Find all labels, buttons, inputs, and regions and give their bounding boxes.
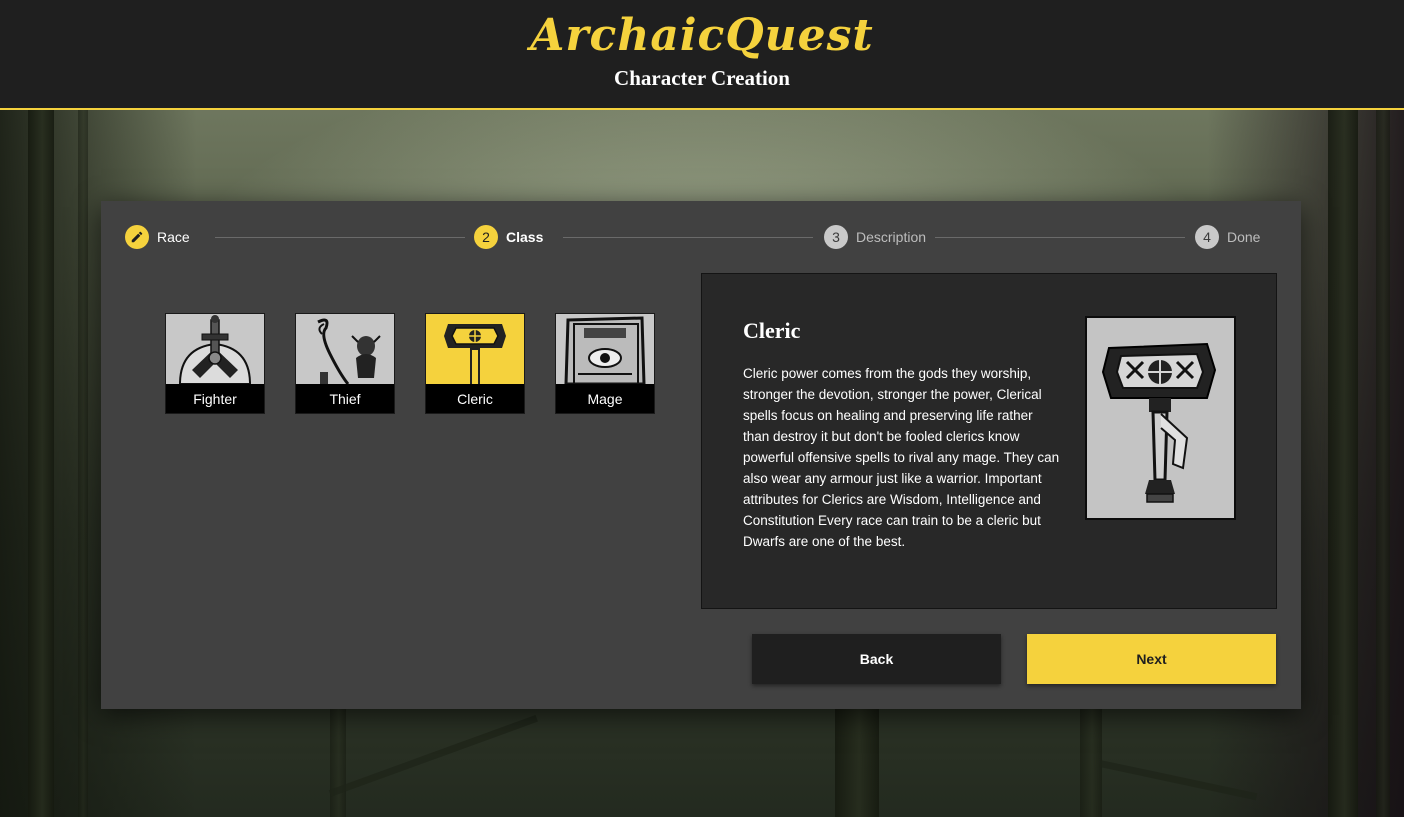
class-tile-thief[interactable]: Thief: [295, 313, 395, 414]
class-detail-panel: Cleric Cleric power comes from the gods …: [701, 273, 1277, 609]
class-tile-mage[interactable]: Mage: [555, 313, 655, 414]
step-description-label: Description: [856, 229, 927, 245]
step-done-number: 4: [1195, 225, 1219, 249]
page-subtitle: Character Creation: [614, 66, 790, 90]
pencil-icon: [131, 231, 143, 243]
step-connector: [215, 237, 465, 238]
back-button[interactable]: Back: [752, 634, 1001, 684]
step-description[interactable]: 3 Description: [824, 225, 926, 249]
step-class-label: Class: [506, 229, 544, 245]
step-class[interactable]: 2 Class: [474, 225, 543, 249]
step-race[interactable]: Race: [125, 225, 190, 249]
app-header: ArchaicQuest Character Creation: [0, 0, 1404, 110]
warhammer-icon: [1101, 342, 1217, 503]
next-button[interactable]: Next: [1027, 634, 1276, 684]
class-detail-image: [1085, 316, 1236, 520]
step-connector: [563, 237, 813, 238]
step-description-number: 3: [824, 225, 848, 249]
character-creation-card: Race 2 Class 3 Description 4 Done Fighte…: [101, 201, 1301, 709]
class-tile-label: Cleric: [426, 384, 524, 413]
dagger-imp-icon: [317, 318, 381, 384]
class-tile-label: Mage: [556, 384, 654, 413]
class-tile-label: Thief: [296, 384, 394, 413]
class-tile-cleric[interactable]: Cleric: [425, 313, 525, 414]
step-class-number: 2: [474, 225, 498, 249]
progress-stepper: Race 2 Class 3 Description 4 Done: [125, 225, 1275, 249]
class-tile-label: Fighter: [166, 384, 264, 413]
app-logo: ArchaicQuest: [530, 10, 874, 61]
class-detail-title: Cleric: [743, 318, 801, 343]
warhammer-icon: [444, 324, 506, 384]
class-tile-fighter[interactable]: Fighter: [165, 313, 265, 414]
class-detail-description: Cleric power comes from the gods they wo…: [743, 366, 1060, 549]
step-race-label: Race: [157, 229, 190, 245]
step-done[interactable]: 4 Done: [1195, 225, 1260, 249]
sword-shield-icon: [178, 315, 252, 384]
spellbook-icon: [564, 316, 646, 384]
step-done-label: Done: [1227, 229, 1261, 245]
step-race-circle: [125, 225, 149, 249]
step-connector: [935, 237, 1185, 238]
